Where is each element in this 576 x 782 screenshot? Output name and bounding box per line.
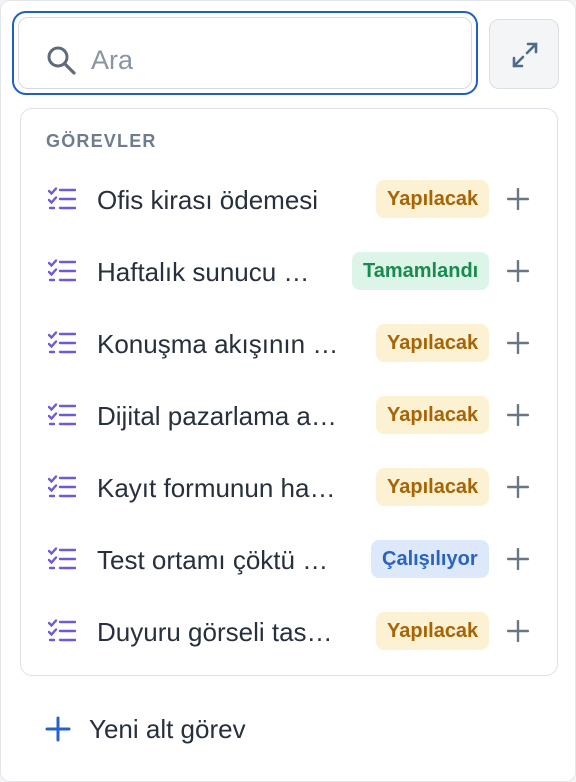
- plus-icon[interactable]: [507, 476, 529, 498]
- task-title: Duyuru görseli tas…: [97, 617, 333, 647]
- task-row[interactable]: Test ortamı çöktü … Çalışılıyor: [21, 529, 557, 591]
- search-placeholder: Ara: [91, 45, 134, 75]
- status-badge: Yapılacak: [376, 612, 490, 650]
- plus-icon[interactable]: [507, 260, 529, 282]
- task-title: Ofis kirası ödemesi: [97, 185, 319, 215]
- plus-icon: [45, 716, 71, 742]
- section-label: GÖREVLER: [46, 131, 157, 151]
- task-title: Test ortamı çöktü …: [97, 545, 329, 575]
- task-title: Kayıt formunun ha…: [97, 473, 336, 503]
- task-list-icon: [48, 331, 76, 354]
- new-subtask-button[interactable]: Yeni alt görev: [45, 713, 345, 747]
- task-list-icon: [48, 475, 76, 498]
- task-list-card: GÖREVLER Ofis kirası ödemesi Yapılacak Haf…: [20, 108, 558, 676]
- task-list-icon: [48, 403, 76, 426]
- status-badge: Yapılacak: [376, 180, 490, 218]
- task-row[interactable]: Haftalık sunucu … Tamamlandı: [21, 241, 557, 303]
- search-box[interactable]: Ara: [12, 11, 478, 95]
- new-subtask-label: Yeni alt görev: [89, 714, 246, 744]
- expand-icon: [512, 42, 538, 68]
- plus-icon[interactable]: [507, 332, 529, 354]
- plus-icon[interactable]: [507, 620, 529, 642]
- subtask-picker-panel: Ara GÖREVLER Ofis kirası ödemesi Yapılaca…: [0, 0, 576, 782]
- status-badge: Yapılacak: [376, 396, 490, 434]
- task-row[interactable]: Kayıt formunun ha… Yapılacak: [21, 457, 557, 519]
- task-row[interactable]: Dijital pazarlama a… Yapılacak: [21, 385, 557, 447]
- task-list-icon: [48, 187, 76, 210]
- task-list-icon: [48, 619, 76, 642]
- task-row[interactable]: Duyuru görseli tas… Yapılacak: [21, 601, 557, 663]
- task-title: Konuşma akışının …: [97, 329, 339, 359]
- status-badge: Yapılacak: [376, 468, 490, 506]
- task-title: Haftalık sunucu …: [97, 257, 310, 287]
- expand-button[interactable]: [489, 19, 559, 89]
- plus-icon[interactable]: [507, 548, 529, 570]
- search-input[interactable]: Ara: [18, 17, 472, 89]
- task-row[interactable]: Ofis kirası ödemesi Yapılacak: [21, 169, 557, 231]
- search-icon: [47, 46, 76, 75]
- status-badge: Tamamlandı: [352, 252, 490, 290]
- task-row[interactable]: Konuşma akışının … Yapılacak: [21, 313, 557, 375]
- status-badge: Çalışılıyor: [371, 540, 489, 578]
- task-title: Dijital pazarlama a…: [97, 401, 337, 431]
- task-list-icon: [48, 547, 76, 570]
- task-list-icon: [48, 259, 76, 282]
- plus-icon[interactable]: [507, 404, 529, 426]
- status-badge: Yapılacak: [376, 324, 490, 362]
- plus-icon[interactable]: [507, 188, 529, 210]
